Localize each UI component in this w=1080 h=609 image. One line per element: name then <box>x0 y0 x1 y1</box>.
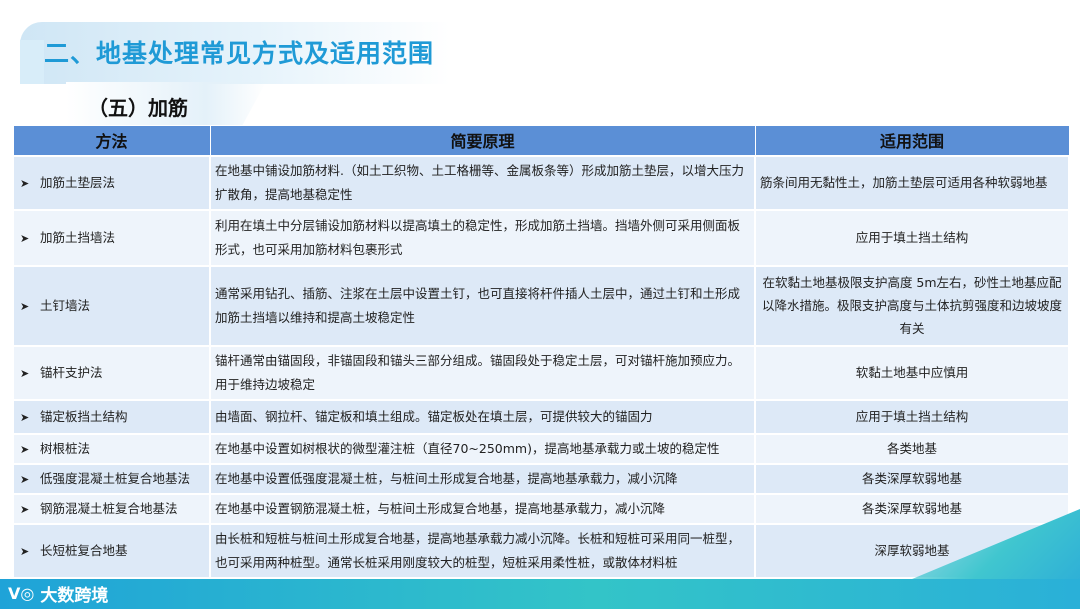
table-row: ➤ 锚定板挡土结构 由墙面、钢拉杆、锚定板和填土组成。锚定板处在填土层，可提供较大… <box>12 398 1070 435</box>
method-cell: ➤ 树根桩法 <box>12 432 211 465</box>
table-row: ➤ 低强度混凝土桩复合地基法 在地基中设置低强度混凝土桩，与桩间土形成复合地基，提… <box>12 462 1070 495</box>
method-cell: ➤ 锚杆支护法 <box>12 344 211 401</box>
page-title: 二、地基处理常见方式及适用范围 <box>44 39 435 68</box>
principle-cell: 由墙面、钢拉杆、锚定板和填土组成。锚定板处在填土层，可提供较大的锚固力 <box>209 398 756 435</box>
arrow-bullet-icon: ➤ <box>20 176 30 190</box>
arrow-bullet-icon: ➤ <box>20 502 30 516</box>
arrow-bullet-icon: ➤ <box>20 299 30 313</box>
column-header-principle: 简要原理 <box>209 125 756 156</box>
principle-cell: 由长桩和短桩与桩间土形成复合地基，提高地基承载力减小沉降。长桩和短桩可采用同一桩… <box>209 522 756 579</box>
methods-table: 方法 简要原理 适用范围 ➤ 加筋土垫层法 在地基中铺设加筋材料.（如土工织物、土… <box>12 125 1070 579</box>
table-row: ➤ 长短桩复合地基 由长桩和短桩与桩间土形成复合地基，提高地基承载力减小沉降。长桩… <box>12 522 1070 579</box>
method-cell: ➤ 锚定板挡土结构 <box>12 398 211 435</box>
arrow-bullet-icon: ➤ <box>20 231 30 245</box>
arrow-bullet-icon: ➤ <box>20 544 30 558</box>
footer-band <box>0 579 1080 609</box>
arrow-bullet-icon: ➤ <box>20 366 30 380</box>
brand-logo-icon: V◎ <box>8 583 35 603</box>
principle-cell: 在地基中设置钢筋混凝土桩，与桩间土形成复合地基，提高地基承载力，减小沉降 <box>209 492 756 525</box>
scope-cell: 应用于填土挡土结构 <box>754 398 1070 435</box>
method-cell: ➤ 长短桩复合地基 <box>12 522 211 579</box>
arrow-bullet-icon: ➤ <box>20 442 30 456</box>
arrow-bullet-icon: ➤ <box>20 472 30 486</box>
principle-cell: 在地基中设置如树根状的微型灌注桩（直径70~250mm)，提高地基承载力或土坡的… <box>209 432 756 465</box>
scope-cell: 各类深厚软弱地基 <box>754 462 1070 495</box>
footer-logo: V◎ 大数跨境 <box>8 581 109 606</box>
title-decoration-left <box>20 40 44 84</box>
brand-name: 大数跨境 <box>40 585 109 606</box>
arrow-bullet-icon: ➤ <box>20 410 30 424</box>
column-header-method: 方法 <box>12 125 211 156</box>
method-cell: ➤ 钢筋混凝土桩复合地基法 <box>12 492 211 525</box>
method-cell: ➤ 低强度混凝土桩复合地基法 <box>12 462 211 495</box>
table-row: ➤ 土钉墙法 通常采用钻孔、插筋、注浆在土层中设置土钉，也可直接将杆件插人土层中，… <box>12 264 1070 347</box>
table-row: ➤ 加筋土垫层法 在地基中铺设加筋材料.（如土工织物、土工格栅等、金属板条等）形成… <box>12 154 1070 211</box>
method-cell: ➤ 加筋土垫层法 <box>12 154 211 211</box>
scope-cell: 各类地基 <box>754 432 1070 465</box>
method-cell: ➤ 土钉墙法 <box>12 264 211 347</box>
table-row: ➤ 加筋土挡墙法 利用在填土中分层铺设加筋材料以提高填土的稳定性，形成加筋土挡墙。… <box>12 208 1070 267</box>
principle-cell: 在地基中设置低强度混凝土桩，与桩间土形成复合地基，提高地基承载力，减小沉降 <box>209 462 756 495</box>
scope-cell: 各类深厚软弱地基 <box>754 492 1070 525</box>
principle-cell: 在地基中铺设加筋材料.（如土工织物、土工格栅等、金属板条等）形成加筋土垫层，以增… <box>209 154 756 211</box>
table-row: ➤ 锚杆支护法 锚杆通常由锚固段，非锚固段和锚头三部分组成。锚固段处于稳定土层，可… <box>12 344 1070 401</box>
section-subtitle: （五）加筋 <box>88 96 188 120</box>
scope-cell: 在软黏土地基极限支护高度 5m左右，砂性土地基应配以降水措施。极限支护高度与土体… <box>754 264 1070 347</box>
table-header-row: 方法 简要原理 适用范围 <box>12 125 1070 156</box>
column-header-scope: 适用范围 <box>754 125 1070 156</box>
principle-cell: 利用在填土中分层铺设加筋材料以提高填土的稳定性，形成加筋土挡墙。挡墙外侧可采用侧… <box>209 208 756 267</box>
scope-cell: 筋条间用无黏性土，加筋土垫层可适用各种软弱地基 <box>754 154 1070 211</box>
table-row: ➤ 树根桩法 在地基中设置如树根状的微型灌注桩（直径70~250mm)，提高地基承… <box>12 432 1070 465</box>
method-cell: ➤ 加筋土挡墙法 <box>12 208 211 267</box>
scope-cell: 应用于填土挡土结构 <box>754 208 1070 267</box>
principle-cell: 通常采用钻孔、插筋、注浆在土层中设置土钉，也可直接将杆件插人土层中，通过土钉和土… <box>209 264 756 347</box>
scope-cell: 软黏土地基中应慎用 <box>754 344 1070 401</box>
principle-cell: 锚杆通常由锚固段，非锚固段和锚头三部分组成。锚固段处于稳定土层，可对锚杆施加预应… <box>209 344 756 401</box>
table-row: ➤ 钢筋混凝土桩复合地基法 在地基中设置钢筋混凝土桩，与桩间土形成复合地基，提高地… <box>12 492 1070 525</box>
